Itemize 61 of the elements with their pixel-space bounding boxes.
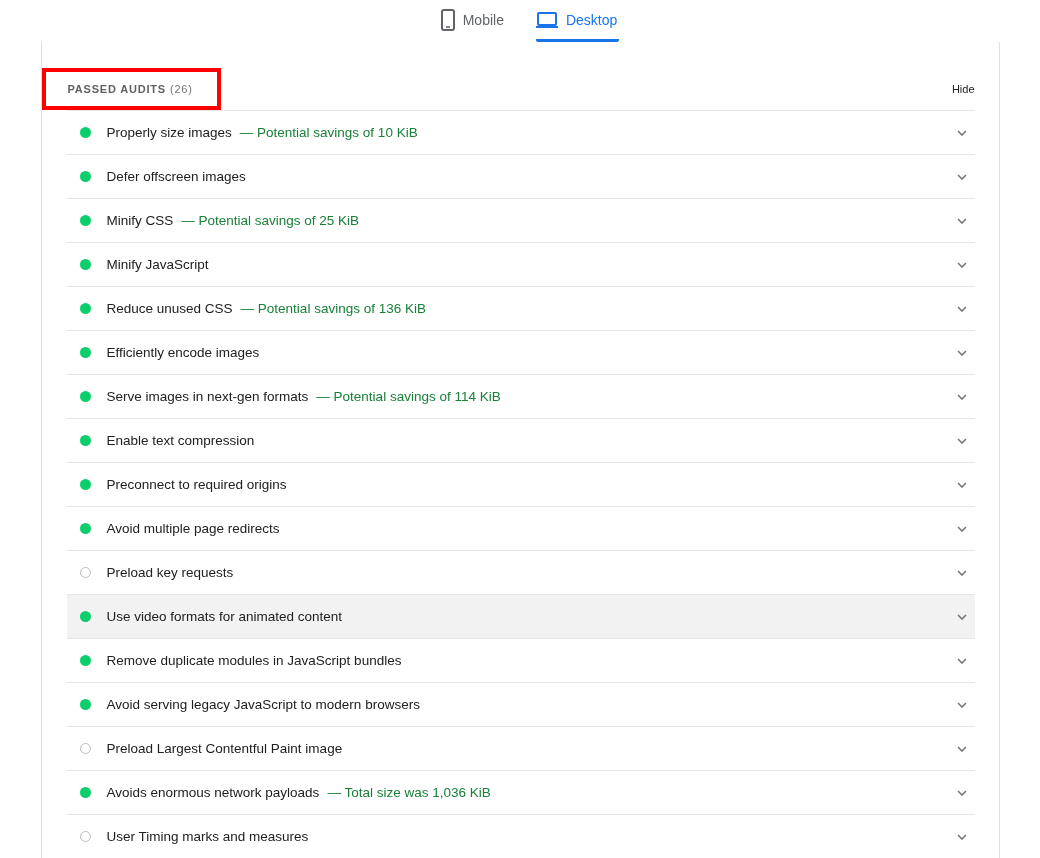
- laptop-icon: [535, 11, 558, 28]
- status-dot: [79, 171, 91, 182]
- chevron-down-icon[interactable]: [956, 481, 967, 488]
- hide-button[interactable]: Hide: [951, 83, 975, 95]
- audit-detail: — Potential savings of 25 KiB: [181, 213, 360, 228]
- audit-title: Minify JavaScript: [106, 257, 209, 272]
- status-dot: [79, 435, 91, 446]
- chevron-down-icon[interactable]: [956, 657, 967, 664]
- audit-detail: — Potential savings of 10 KiB: [239, 125, 418, 140]
- chevron-down-icon[interactable]: [956, 701, 967, 708]
- audit-row[interactable]: Use video formats for animated content: [66, 595, 975, 639]
- audit-title: User Timing marks and measures: [106, 829, 309, 844]
- chevron-down-icon[interactable]: [956, 789, 967, 796]
- device-tab[interactable]: Mobile: [440, 0, 506, 42]
- audit-title: Preload Largest Contentful Paint image: [106, 741, 343, 756]
- chevron-down-icon[interactable]: [956, 437, 967, 444]
- chevron-down-icon[interactable]: [956, 349, 967, 356]
- section-title: PASSED AUDITS: [67, 83, 166, 95]
- audit-title: Remove duplicate modules in JavaScript bundles: [106, 653, 402, 668]
- chevron-down-icon[interactable]: [956, 173, 967, 180]
- audit-title: Avoid serving legacy JavaScript to modern browsers: [106, 697, 420, 712]
- audit-title: Avoid multiple page redirects: [106, 521, 280, 536]
- chevron-down-icon[interactable]: [956, 833, 967, 840]
- chevron-down-icon[interactable]: [956, 613, 967, 620]
- device-tab[interactable]: Desktop: [535, 0, 620, 42]
- audit-title: Properly size images: [106, 125, 232, 140]
- status-dot: [79, 787, 91, 798]
- status-dot: [79, 391, 91, 402]
- chevron-down-icon[interactable]: [956, 129, 967, 136]
- chevron-down-icon[interactable]: [956, 569, 967, 576]
- status-dot: [79, 259, 91, 270]
- audit-detail: — Potential savings of 136 KiB: [240, 301, 426, 316]
- audit-title: Preconnect to required origins: [106, 477, 287, 492]
- audit-detail: — Total size was 1,036 KiB: [327, 785, 491, 800]
- audit-title: Reduce unused CSS: [106, 301, 233, 316]
- chevron-down-icon[interactable]: [956, 525, 967, 532]
- status-dot: [79, 303, 91, 314]
- chevron-down-icon[interactable]: [956, 217, 967, 224]
- audit-title: Efficiently encode images: [106, 345, 260, 360]
- audit-title: Preload key requests: [106, 565, 234, 580]
- status-dot: [79, 655, 91, 666]
- audit-title: Minify CSS: [106, 213, 174, 228]
- audit-title: Avoids enormous network payloads: [106, 785, 320, 800]
- status-dot: [79, 523, 91, 534]
- audit-detail: — Potential savings of 114 KiB: [316, 389, 501, 404]
- audit-title: Serve images in next-gen formats: [106, 389, 309, 404]
- audit-title: Enable text compression: [106, 433, 255, 448]
- status-dot: [79, 127, 91, 138]
- status-dot: [79, 479, 91, 490]
- status-dot: [79, 215, 91, 226]
- audit-title: Defer offscreen images: [106, 169, 246, 184]
- chevron-down-icon[interactable]: [956, 305, 967, 312]
- chevron-down-icon[interactable]: [956, 261, 967, 268]
- mobile-phone-icon: [440, 8, 455, 31]
- status-dot: [79, 699, 91, 710]
- chevron-down-icon[interactable]: [956, 393, 967, 400]
- chevron-down-icon[interactable]: [956, 745, 967, 752]
- audit-count: (26): [169, 83, 193, 95]
- status-dot: [79, 611, 91, 622]
- status-dot: [79, 347, 91, 358]
- audit-title: Use video formats for animated content: [106, 609, 343, 624]
